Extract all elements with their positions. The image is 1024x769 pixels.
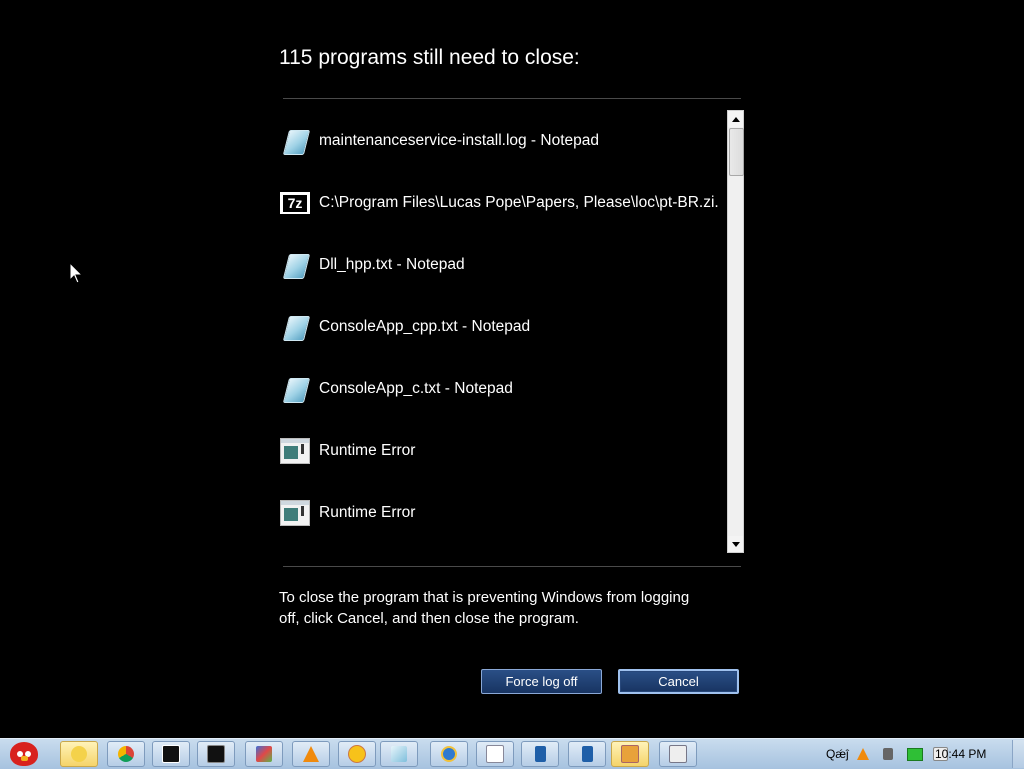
runtime-error-icon: [279, 497, 311, 529]
notepad-icon: [279, 373, 311, 405]
internet-explorer-icon[interactable]: [430, 741, 468, 767]
show-desktop-button[interactable]: [1012, 740, 1024, 768]
mouse-cursor-icon: [69, 262, 84, 284]
program-label: maintenanceservice-install.log - Notepad: [319, 132, 600, 149]
clock[interactable]: 10:44 PM: [935, 747, 986, 761]
program-row[interactable]: 7z C:\Program Files\Lucas Pope\Papers, P…: [278, 183, 724, 223]
explorer-yellow-icon[interactable]: [60, 741, 98, 767]
paint-app-icon[interactable]: [245, 741, 283, 767]
emoji-app-icon[interactable]: [338, 741, 376, 767]
program-row[interactable]: Runtime Error: [278, 431, 724, 471]
scrollbar[interactable]: [727, 110, 744, 553]
window-icon[interactable]: [659, 741, 697, 767]
vlc-icon[interactable]: [292, 741, 330, 767]
arrow-down-icon: [731, 541, 740, 547]
7zip-icon[interactable]: [152, 741, 190, 767]
folder-window-icon[interactable]: [611, 741, 649, 767]
cancel-button[interactable]: Cancel: [618, 669, 739, 694]
program-label: C:\Program Files\Lucas Pope\Papers, Plea…: [319, 194, 719, 211]
angry-birds-orb-icon[interactable]: [3, 739, 45, 769]
blue-book-icon[interactable]: [568, 741, 606, 767]
program-row[interactable]: Dll_hpp.txt - Notepad: [278, 245, 724, 285]
scroll-down-button[interactable]: [728, 536, 743, 552]
scroll-thumb[interactable]: [729, 128, 744, 176]
program-row[interactable]: maintenanceservice-install.log - Notepad: [278, 121, 724, 161]
system-tray: Qǽĵ: [822, 739, 1022, 769]
cmd-icon[interactable]: [197, 741, 235, 767]
program-label: ConsoleApp_c.txt - Notepad: [319, 380, 513, 397]
notepad-icon: [279, 249, 311, 281]
blue-book-icon[interactable]: [521, 741, 559, 767]
runtime-error-icon: [279, 435, 311, 467]
tray-device-icon[interactable]: [882, 748, 893, 760]
chrome-icon[interactable]: [107, 741, 145, 767]
program-label: ConsoleApp_cpp.txt - Notepad: [319, 318, 531, 335]
program-row[interactable]: ConsoleApp_c.txt - Notepad: [278, 369, 724, 409]
divider-top: [283, 98, 741, 99]
notepad-icon[interactable]: [380, 741, 418, 767]
program-row[interactable]: ConsoleApp_cpp.txt - Notepad: [278, 307, 724, 347]
document-icon[interactable]: [476, 741, 514, 767]
program-label: Runtime Error: [319, 504, 416, 521]
network-icon[interactable]: [906, 747, 923, 761]
arrow-up-icon: [731, 116, 740, 122]
program-label: Dll_hpp.txt - Notepad: [319, 256, 465, 273]
notepad-icon: [279, 125, 311, 157]
taskbar: Qǽĵ 10:44 PM: [0, 738, 1024, 769]
program-row[interactable]: Runtime Error: [278, 493, 724, 533]
program-list[interactable]: maintenanceservice-install.log - Notepad…: [278, 110, 726, 552]
divider-bottom: [283, 566, 741, 567]
scroll-up-button[interactable]: [728, 111, 743, 127]
info-text: To close the program that is preventing …: [279, 589, 690, 627]
vlc-tray-icon[interactable]: [856, 748, 869, 760]
program-label: Runtime Error: [319, 442, 416, 459]
tray-text: Qǽĵ: [826, 747, 849, 761]
notepad-icon: [279, 311, 311, 343]
7zip-icon: 7z: [279, 187, 311, 219]
dialog-heading: 115 programs still need to close:: [279, 46, 580, 69]
force-log-off-button[interactable]: Force log off: [481, 669, 602, 694]
